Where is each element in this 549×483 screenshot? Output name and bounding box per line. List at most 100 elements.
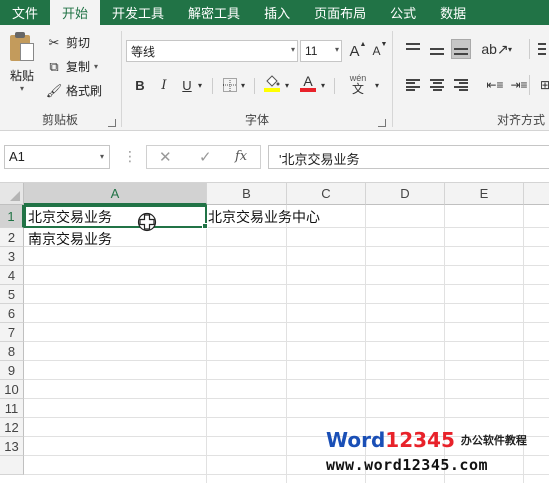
decrease-indent-button[interactable]: ⇤≡ xyxy=(485,75,505,95)
fill-handle[interactable] xyxy=(202,223,208,229)
paste-button[interactable]: 粘贴 ▾ xyxy=(4,31,40,103)
row-header-6[interactable]: 6 xyxy=(0,304,24,323)
align-center-icon xyxy=(430,79,444,91)
font-dialog-launcher-icon[interactable] xyxy=(378,119,386,127)
row-header-14[interactable] xyxy=(0,456,24,475)
grow-font-button[interactable]: A ▲ xyxy=(348,41,368,61)
underline-button[interactable]: U xyxy=(177,75,197,95)
align-left-button[interactable] xyxy=(403,75,423,95)
tab-page-layout[interactable]: 页面布局 xyxy=(302,0,378,25)
cancel-icon[interactable]: ✕ xyxy=(159,148,172,166)
align-middle-button[interactable] xyxy=(427,39,447,59)
borders-button[interactable] xyxy=(220,75,240,95)
copy-label: 复制 xyxy=(66,60,91,74)
column-header-f[interactable] xyxy=(524,183,549,205)
wrap-text-button[interactable] xyxy=(535,39,549,59)
fill-color-button[interactable] xyxy=(262,73,282,93)
row-header-2[interactable]: 2 xyxy=(0,228,24,247)
align-bottom-button[interactable] xyxy=(451,39,471,59)
tab-formulas[interactable]: 公式 xyxy=(378,0,428,25)
font-color-swatch xyxy=(300,88,316,92)
format-painter-button[interactable]: 🖌 格式刷 xyxy=(46,82,102,99)
paste-label: 粘贴 xyxy=(9,69,34,83)
column-header-b[interactable]: B xyxy=(207,183,287,205)
clipboard-dialog-launcher-icon[interactable] xyxy=(108,119,116,127)
row-header-7[interactable]: 7 xyxy=(0,323,24,342)
align-left-icon xyxy=(406,79,420,91)
bold-button[interactable]: B xyxy=(130,75,150,95)
row-header-13[interactable]: 13 xyxy=(0,437,24,456)
align-right-icon xyxy=(454,79,468,91)
orientation-button[interactable]: ab↗ xyxy=(481,39,508,59)
row-header-11[interactable]: 11 xyxy=(0,399,24,418)
align-right-button[interactable] xyxy=(451,75,471,95)
font-color-button[interactable]: A xyxy=(298,73,318,93)
ribbon-tab-bar: 文件 开始 开发工具 解密工具 插入 页面布局 公式 数据 xyxy=(0,0,549,25)
font-size-select[interactable]: 11 ▾ xyxy=(300,40,342,62)
tab-insert[interactable]: 插入 xyxy=(252,0,302,25)
formula-bar-grip-icon[interactable]: ⋮ xyxy=(123,148,137,165)
row-header-1[interactable]: 1 xyxy=(0,205,24,228)
select-all-button[interactable] xyxy=(0,183,24,205)
cell-b1[interactable]: 北京交易业务中心 xyxy=(204,207,320,227)
row-header-5[interactable]: 5 xyxy=(0,285,24,304)
fill-color-dropdown-icon[interactable]: ▾ xyxy=(282,75,292,95)
tab-file[interactable]: 文件 xyxy=(0,0,50,25)
row-header-10[interactable]: 10 xyxy=(0,380,24,399)
column-header-a[interactable]: A xyxy=(24,183,207,205)
watermark-url: www.word12345.com xyxy=(326,456,489,474)
underline-icon: U xyxy=(182,77,192,93)
font-color-dropdown-icon[interactable]: ▾ xyxy=(318,75,328,95)
tab-home[interactable]: 开始 xyxy=(50,0,101,25)
font-size-dropdown-icon: ▾ xyxy=(334,45,339,54)
font-name-dropdown-icon: ▾ xyxy=(290,45,295,54)
font-size-value: 11 xyxy=(305,44,318,58)
watermark-number: 12345 xyxy=(385,428,455,452)
font-color-icon: A xyxy=(303,73,313,89)
tab-developer[interactable]: 开发工具 xyxy=(100,0,176,25)
column-header-d[interactable]: D xyxy=(366,183,445,205)
font-group-label: 字体 xyxy=(244,113,269,127)
phonetic-dropdown-icon[interactable]: ▾ xyxy=(372,75,382,95)
name-box[interactable]: A1 ▾ xyxy=(4,145,110,169)
orientation-dropdown-icon[interactable]: ▾ xyxy=(505,39,515,59)
cut-button[interactable]: ✂ 剪切 xyxy=(46,34,90,51)
row-header-8[interactable]: 8 xyxy=(0,342,24,361)
paste-dropdown-icon[interactable]: ▾ xyxy=(4,84,40,93)
scissors-icon: ✂ xyxy=(48,34,60,50)
divider xyxy=(529,39,530,59)
formula-input[interactable]: '北京交易业务 xyxy=(268,145,549,169)
italic-button[interactable]: I xyxy=(154,75,174,95)
row-header-12[interactable]: 12 xyxy=(0,418,24,437)
row-header-3[interactable]: 3 xyxy=(0,247,24,266)
row-header-4[interactable]: 4 xyxy=(0,266,24,285)
borders-dropdown-icon[interactable]: ▾ xyxy=(238,75,248,95)
divider xyxy=(334,78,335,94)
tab-decrypt-tools[interactable]: 解密工具 xyxy=(176,0,252,25)
tab-data[interactable]: 数据 xyxy=(428,0,478,25)
watermark-logo: Word 12345 办公软件教程 xyxy=(326,426,527,454)
align-top-button[interactable] xyxy=(403,39,423,59)
italic-icon: I xyxy=(161,77,167,93)
merge-center-button[interactable]: ⊞ xyxy=(535,75,549,95)
gridline xyxy=(206,205,207,483)
enter-icon[interactable]: ✓ xyxy=(199,148,212,166)
ribbon: 粘贴 ▾ ✂ 剪切 ⧉ 复制 ▾ 🖌 格式刷 剪贴板 等线 ▾ 11 ▾ A▲ xyxy=(0,25,549,131)
shrink-font-button[interactable]: A ▼ xyxy=(370,41,390,61)
align-center-button[interactable] xyxy=(427,75,447,95)
align-bottom-icon xyxy=(454,43,468,55)
name-box-dropdown-icon[interactable]: ▾ xyxy=(100,152,104,161)
insert-function-icon[interactable]: fx xyxy=(235,149,247,164)
column-header-c[interactable]: C xyxy=(287,183,366,205)
underline-dropdown-icon[interactable]: ▾ xyxy=(195,75,205,95)
phonetic-guide-button[interactable]: wén 文 xyxy=(344,71,372,97)
row-header-9[interactable]: 9 xyxy=(0,361,24,380)
font-name-select[interactable]: 等线 ▾ xyxy=(126,40,298,62)
alignment-group: ab↗ ▾ ⇤≡ ⇥≡ ⊞ 对齐方式 xyxy=(393,25,549,131)
increase-indent-button[interactable]: ⇥≡ xyxy=(509,75,529,95)
copy-dropdown-icon[interactable]: ▾ xyxy=(94,62,98,71)
cell-a2[interactable]: 南京交易业务 xyxy=(24,229,112,249)
copy-button[interactable]: ⧉ 复制 ▾ xyxy=(46,58,98,75)
column-header-e[interactable]: E xyxy=(445,183,524,205)
font-name-value: 等线 xyxy=(131,44,156,59)
